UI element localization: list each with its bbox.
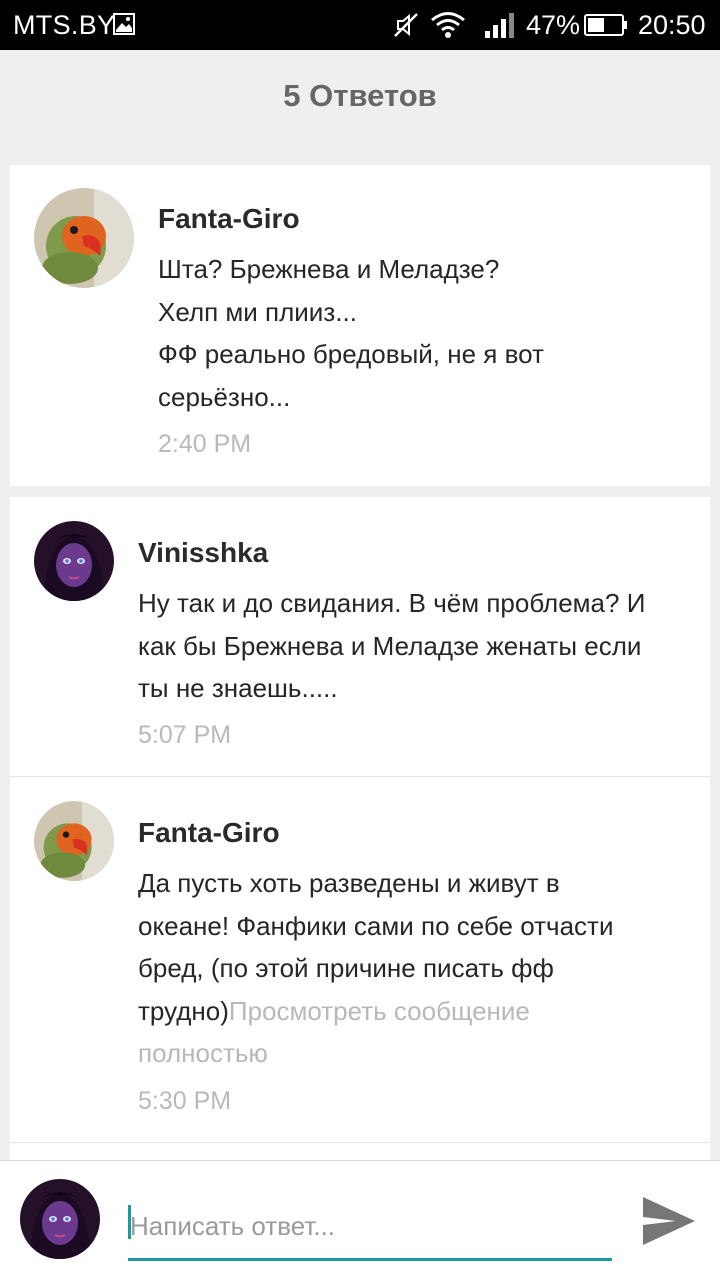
divider <box>10 776 710 777</box>
comment-card-original: Fanta-Giro Шта? Брежнева и Меладзе? Хелп… <box>10 165 710 486</box>
parrot-avatar[interactable] <box>34 801 114 881</box>
reply-composer <box>0 1160 720 1281</box>
reply-input[interactable] <box>128 1201 614 1251</box>
mute-icon <box>394 13 418 37</box>
battery-icon <box>584 14 627 36</box>
replies-card: Vinisshka Ну так и до свидания. В чём пр… <box>10 497 710 1162</box>
divider <box>10 1142 710 1143</box>
input-underline <box>128 1258 612 1261</box>
comment-author[interactable]: Fanta-Giro <box>158 203 300 235</box>
parrot-avatar[interactable] <box>34 188 134 288</box>
send-icon[interactable] <box>640 1194 698 1248</box>
image-icon <box>113 13 135 35</box>
clock: 20:50 <box>638 10 706 40</box>
comment-author[interactable]: Vinisshka <box>138 537 268 569</box>
battery-percent: 47% <box>526 10 581 40</box>
comment-time: 5:07 PM <box>138 721 232 749</box>
purple-girl-avatar[interactable] <box>34 521 114 601</box>
wifi-icon <box>431 12 465 38</box>
signal-icon <box>485 13 514 38</box>
comment-text: Ну так и до свидания. В чём проблема? И … <box>138 588 646 703</box>
page-title: 5 Ответов <box>283 78 437 113</box>
text-cursor <box>128 1205 131 1239</box>
purple-girl-avatar <box>20 1179 100 1259</box>
comment-time: 5:30 PM <box>138 1087 232 1115</box>
comment-author[interactable]: Fanta-Giro <box>138 817 280 849</box>
comment-time: 2:40 PM <box>158 430 252 458</box>
comment-text: Шта? Брежнева и Меладзе? Хелп ми плииз..… <box>158 254 544 412</box>
carrier-label: MTS.BY <box>13 10 116 40</box>
status-bar: MTS.BY 47% 20:50 <box>0 0 720 50</box>
comment-text: Да пусть хоть разведены и живут в океане… <box>138 862 698 1075</box>
